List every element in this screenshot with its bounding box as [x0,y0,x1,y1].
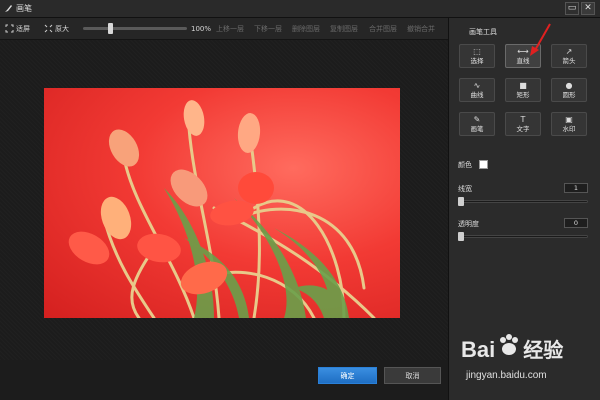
tulip-photo[interactable] [44,88,400,318]
fit-screen-button[interactable]: 适屏 [5,24,30,34]
zoom-slider[interactable] [83,23,187,34]
original-size-label: 原大 [55,24,69,33]
close-icon: ✕ [584,3,592,13]
top-toolbar: 适屏 原大 100% 上移一层 下移一层 删除图层 复制图层 合并图层 撤销合并 [0,18,448,40]
undo-merge-button[interactable]: 撤销合并 [407,24,435,34]
tool-circle-label: 圆形 [562,90,576,99]
panel-title: 画笔工具 [469,28,497,36]
delete-layer-button[interactable]: 删除图层 [292,24,320,34]
color-label: 颜色 [458,161,472,169]
original-size-icon [44,24,53,33]
text-icon: T [520,115,526,125]
opacity-slider[interactable] [458,235,588,238]
tool-text[interactable]: T 文字 [505,112,541,136]
move-down-layer-button[interactable]: 下移一层 [254,24,282,34]
minimize-button[interactable]: ▭ [565,2,579,15]
annotation-arrow-icon [530,23,551,56]
baidu-jingyan-watermark: Bai 经验 jingyan.baidu.com [456,333,600,400]
opacity-label: 透明度 [458,220,479,228]
tool-rectangle-label: 矩形 [516,90,530,99]
paw-icon [500,334,519,355]
close-button[interactable]: ✕ [581,2,595,15]
minimize-icon: ▭ [567,3,577,13]
rectangle-icon: ■ [519,81,527,91]
tool-circle[interactable]: ● 圆形 [551,78,587,102]
zoom-value: 100% [191,24,212,33]
line-width-slider[interactable] [458,200,588,203]
selection-icon: ⬚ [473,47,481,57]
watermark-url: jingyan.baidu.com [466,370,547,381]
opacity-slider-thumb[interactable] [458,232,464,241]
ok-button[interactable]: 确定 [318,367,377,384]
original-size-button[interactable]: 原大 [44,24,69,34]
window-title: 画笔 [4,3,32,14]
tool-curve-label: 曲线 [470,90,484,99]
zoom-slider-thumb[interactable] [107,23,113,34]
move-up-layer-button[interactable]: 上移一层 [216,24,244,34]
line-width-label: 线宽 [458,185,472,193]
canvas-area[interactable] [0,40,448,360]
ok-label: 确定 [340,371,355,380]
watermark-icon: ▣ [565,115,573,125]
watermark-logo-right: 经验 [523,340,564,362]
fit-screen-icon [5,24,14,33]
cancel-button[interactable]: 取消 [384,367,441,384]
opacity-input[interactable]: 0 [564,218,588,228]
tool-brush[interactable]: ✎ 画笔 [459,112,495,136]
circle-icon: ● [565,81,573,91]
cancel-label: 取消 [405,371,420,380]
window-title-text: 画笔 [16,4,32,13]
line-width-input[interactable]: 1 [564,183,588,193]
tulip-illustration [68,100,376,318]
brush-tool-icon: ✎ [473,115,481,125]
title-bar: 画笔 ▭ ✕ [0,0,600,18]
arrow-icon: ↗ [565,47,573,57]
tool-arrow-label: 箭头 [562,56,576,65]
tool-watermark[interactable]: ▣ 水印 [551,112,587,136]
tool-curve[interactable]: ∿ 曲线 [459,78,495,102]
tool-select[interactable]: ⬚ 选择 [459,44,495,68]
brush-icon [5,5,12,12]
tool-select-label: 选择 [470,56,484,65]
tool-rectangle[interactable]: ■ 矩形 [505,78,541,102]
color-swatch[interactable] [479,160,488,169]
tool-line-label: 直线 [516,56,530,65]
watermark-logo-left: Bai [461,337,496,362]
tool-text-label: 文字 [516,124,530,133]
line-width-slider-thumb[interactable] [458,197,464,206]
tool-brush-label: 画笔 [470,124,484,133]
curve-icon: ∿ [473,81,481,91]
bottom-bar: 确定 取消 [0,360,448,400]
watermark-logo: Bai 经验 [461,333,563,363]
merge-layer-button[interactable]: 合并图层 [369,24,397,34]
tool-watermark-label: 水印 [562,124,576,133]
fit-screen-label: 适屏 [16,24,30,33]
copy-layer-button[interactable]: 复制图层 [330,24,358,34]
